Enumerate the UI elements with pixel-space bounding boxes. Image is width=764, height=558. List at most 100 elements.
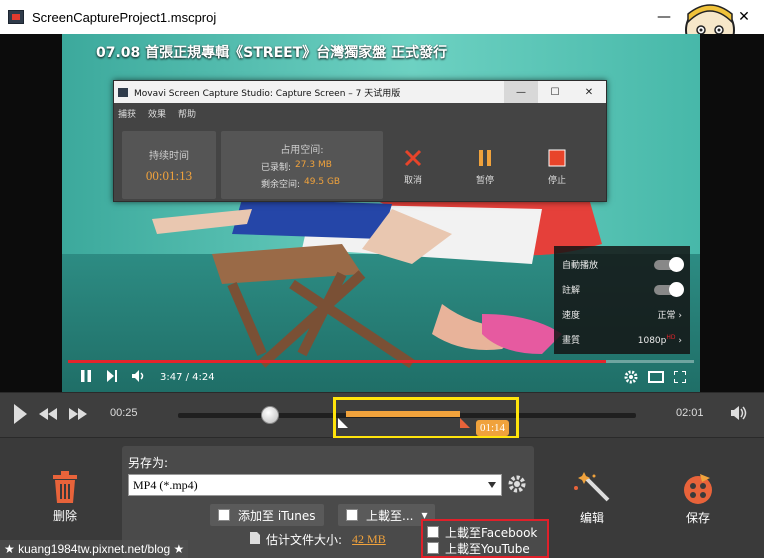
- setting-value: 正常: [657, 311, 676, 321]
- play-icon[interactable]: [12, 403, 28, 428]
- chevron-right-icon: ›: [678, 335, 682, 346]
- video-letterbox-left: [0, 34, 62, 392]
- hd-badge: HD: [666, 333, 676, 341]
- upload-checkbox[interactable]: [346, 509, 358, 521]
- menu-item-capture[interactable]: 捕获: [118, 107, 136, 120]
- itunes-checkbox[interactable]: [218, 509, 230, 521]
- pause-icon: [468, 147, 502, 169]
- estimated-size: 估计文件大小: 42 MB: [250, 531, 386, 548]
- timeline-end-time: 02:01: [676, 407, 704, 419]
- delete-label: 删除: [52, 509, 77, 523]
- app-icon: [8, 10, 24, 24]
- video-controls-right: [624, 370, 687, 387]
- minimize-button[interactable]: —: [644, 0, 684, 34]
- volume-icon[interactable]: [132, 370, 146, 385]
- video-settings-menu[interactable]: 自動播放 註解 速度 正常 › 畫質 1080pHD ›: [554, 246, 690, 354]
- recorded-label: 已录制:: [261, 163, 292, 173]
- magic-wand-icon: [562, 472, 622, 509]
- capture-actions: 取消 暂停 停止: [396, 147, 574, 186]
- free-space-line: 剩余空间: 49.5 GB: [221, 177, 383, 190]
- blog-watermark: ★ kuang1984tw.pixnet.net/blog ★: [0, 540, 189, 558]
- capture-dialog-titlebar: Movavi Screen Capture Studio: Capture Sc…: [114, 81, 606, 103]
- title-bar: ScreenCaptureProject1.mscproj — ☐ ✕: [0, 0, 764, 34]
- setting-label: 自動播放: [562, 261, 599, 271]
- setting-autoplay[interactable]: 自動播放: [562, 252, 684, 277]
- stop-icon: [540, 147, 574, 169]
- volume-icon[interactable]: [730, 405, 748, 424]
- next-icon[interactable]: [106, 370, 118, 385]
- capture-maximize-button[interactable]: ☐: [538, 81, 572, 103]
- fullscreen-icon[interactable]: [673, 370, 687, 386]
- facebook-checkbox[interactable]: [427, 526, 439, 538]
- duration-value: 00:01:13: [145, 168, 193, 183]
- timeline-playhead[interactable]: [260, 406, 279, 424]
- upload-facebook-option[interactable]: 上載至Facebook: [427, 524, 543, 540]
- video-controls: 3:47 / 4:24: [80, 370, 215, 385]
- pause-button[interactable]: 暂停: [468, 147, 502, 186]
- upload-options-menu[interactable]: 上載至Facebook 上載至YouTube: [421, 519, 549, 558]
- save-label: 保存: [685, 511, 710, 525]
- setting-label: 速度: [562, 311, 581, 321]
- cancel-button[interactable]: 取消: [396, 147, 430, 186]
- autoplay-toggle[interactable]: [654, 256, 684, 272]
- free-space-value: 49.5 GB: [304, 177, 341, 187]
- capture-app-icon: [118, 87, 128, 97]
- duration-panel: 持续时间 00:01:13: [122, 131, 216, 199]
- delete-button[interactable]: 删除: [35, 470, 95, 524]
- video-overlay-title: 07.08 首張正規專輯《STREET》台灣獨家盤 正式發行: [96, 45, 448, 61]
- capture-dialog-title: Movavi Screen Capture Studio: Capture Sc…: [134, 88, 401, 99]
- recorded-value: 27.3 MB: [295, 160, 332, 170]
- format-value: MP4 (*.mp4): [133, 478, 198, 492]
- upload-youtube-label: 上載至YouTube: [445, 541, 530, 556]
- capture-menubar: 捕获 效果 帮助: [114, 103, 606, 123]
- estimate-label: 估计文件大小:: [266, 533, 343, 547]
- setting-label: 畫質: [562, 336, 581, 346]
- upload-youtube-option[interactable]: 上載至YouTube: [427, 540, 543, 556]
- capture-minimize-button[interactable]: —: [504, 81, 538, 103]
- stop-label: 停止: [547, 176, 566, 186]
- pause-icon[interactable]: [80, 370, 92, 385]
- save-button[interactable]: 保存: [668, 472, 728, 526]
- video-progress-bar[interactable]: [68, 360, 694, 363]
- rewind-icon[interactable]: [38, 407, 58, 424]
- menu-item-effects[interactable]: 效果: [148, 107, 166, 120]
- save-film-reel-icon: [668, 472, 728, 509]
- pause-label: 暂停: [475, 176, 494, 186]
- chevron-down-icon: [488, 482, 496, 488]
- capture-dialog[interactable]: Movavi Screen Capture Studio: Capture Sc…: [113, 80, 607, 202]
- timeline-current-time: 00:25: [110, 407, 138, 419]
- upload-facebook-label: 上載至Facebook: [445, 525, 538, 540]
- menu-item-help[interactable]: 帮助: [178, 107, 196, 120]
- format-select[interactable]: MP4 (*.mp4): [128, 474, 502, 496]
- setting-speed[interactable]: 速度 正常 ›: [562, 302, 682, 327]
- add-to-itunes-option[interactable]: 添加至 iTunes: [210, 504, 324, 526]
- youtube-checkbox[interactable]: [427, 542, 439, 554]
- cancel-label: 取消: [403, 176, 422, 186]
- recorded-line: 已录制: 27.3 MB: [221, 160, 383, 173]
- settings-gear-icon[interactable]: [624, 370, 638, 387]
- trash-icon: [35, 470, 95, 507]
- capture-close-button[interactable]: ✕: [572, 81, 606, 103]
- playback-controls: [12, 403, 88, 428]
- space-panel: 占用空间: 已录制: 27.3 MB 剩余空间: 49.5 GB: [221, 131, 383, 199]
- add-to-itunes-label: 添加至 iTunes: [238, 508, 316, 523]
- stop-button[interactable]: 停止: [540, 147, 574, 186]
- file-icon: [250, 532, 260, 547]
- estimate-value[interactable]: 42 MB: [352, 532, 386, 547]
- window-title: ScreenCaptureProject1.mscproj: [32, 9, 217, 25]
- upload-to-label: 上載至...: [366, 508, 414, 523]
- format-settings-gear-icon[interactable]: [507, 474, 527, 497]
- video-progress-fill: [68, 360, 607, 363]
- chevron-right-icon: ›: [678, 311, 682, 321]
- edit-button[interactable]: 编辑: [562, 472, 622, 526]
- cancel-x-icon: [396, 147, 430, 169]
- setting-quality[interactable]: 畫質 1080pHD ›: [562, 327, 682, 352]
- theater-mode-icon[interactable]: [648, 371, 664, 386]
- annotations-toggle[interactable]: [654, 281, 684, 297]
- setting-value: 1080p: [637, 335, 667, 346]
- highlight-box-yellow: [333, 397, 519, 439]
- fast-forward-icon[interactable]: [68, 407, 88, 424]
- setting-annotations[interactable]: 註解: [562, 277, 684, 302]
- video-time: 3:47 / 4:24: [160, 372, 215, 383]
- video-letterbox-right: [700, 34, 764, 392]
